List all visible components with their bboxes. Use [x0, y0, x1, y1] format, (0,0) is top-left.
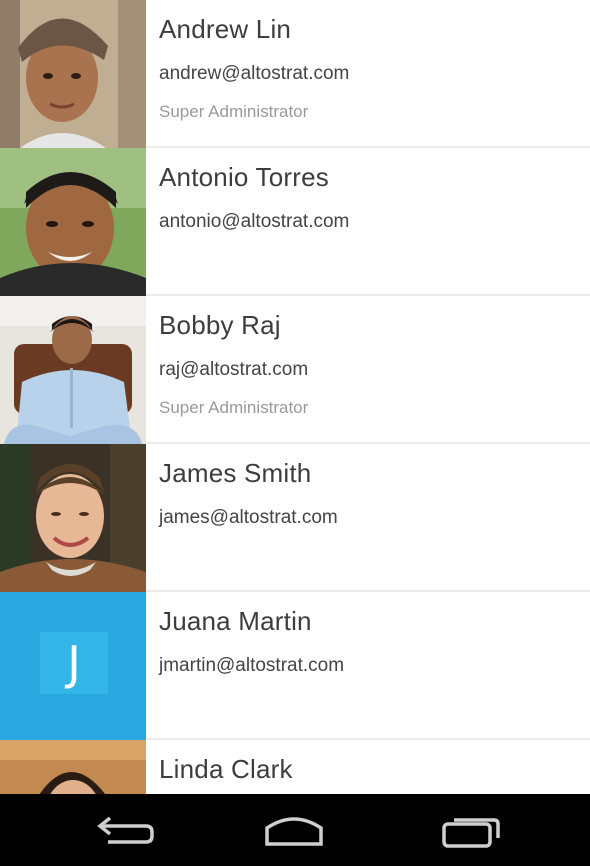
screen: Andrew Lin andrew@altostrat.com Super Ad…	[0, 0, 590, 866]
user-row-bobby-raj[interactable]: Bobby Raj raj@altostrat.com Super Admini…	[0, 296, 590, 444]
user-role: Super Administrator	[159, 102, 309, 121]
avatar-initial-letter: J	[40, 632, 108, 694]
user-name: Linda Clark	[159, 754, 293, 784]
home-icon[interactable]	[259, 808, 329, 852]
user-email: raj@altostrat.com	[159, 359, 309, 380]
user-name: Bobby Raj	[159, 310, 281, 340]
user-row-james-smith[interactable]: James Smith james@altostrat.com	[0, 444, 590, 592]
user-name: James Smith	[159, 458, 312, 488]
user-role: Super Administrator	[159, 398, 309, 417]
user-email: jmartin@altostrat.com	[159, 655, 345, 676]
avatar-photo	[0, 0, 146, 148]
user-name: Andrew Lin	[159, 14, 292, 44]
user-name: Antonio Torres	[159, 162, 329, 192]
user-row-andrew-lin[interactable]: Andrew Lin andrew@altostrat.com Super Ad…	[0, 0, 590, 148]
user-row-antonio-torres[interactable]: Antonio Torres antonio@altostrat.com	[0, 148, 590, 296]
avatar-photo	[0, 740, 146, 794]
user-email: james@altostrat.com	[159, 507, 338, 528]
user-list: Andrew Lin andrew@altostrat.com Super Ad…	[0, 0, 590, 794]
avatar-initial: J	[0, 592, 146, 740]
user-name: Juana Martin	[159, 606, 312, 636]
system-nav-bar	[0, 794, 590, 866]
avatar-photo	[0, 444, 146, 592]
avatar-photo	[0, 296, 146, 444]
back-icon[interactable]	[88, 808, 158, 852]
user-email: antonio@altostrat.com	[159, 211, 350, 232]
user-email: andrew@altostrat.com	[159, 63, 350, 84]
user-row-juana-martin[interactable]: J Juana Martin jmartin@altostrat.com	[0, 592, 590, 740]
avatar-photo	[0, 148, 146, 296]
recent-apps-icon[interactable]	[436, 808, 506, 852]
user-row-linda-clark[interactable]: Linda Clark	[0, 740, 590, 794]
